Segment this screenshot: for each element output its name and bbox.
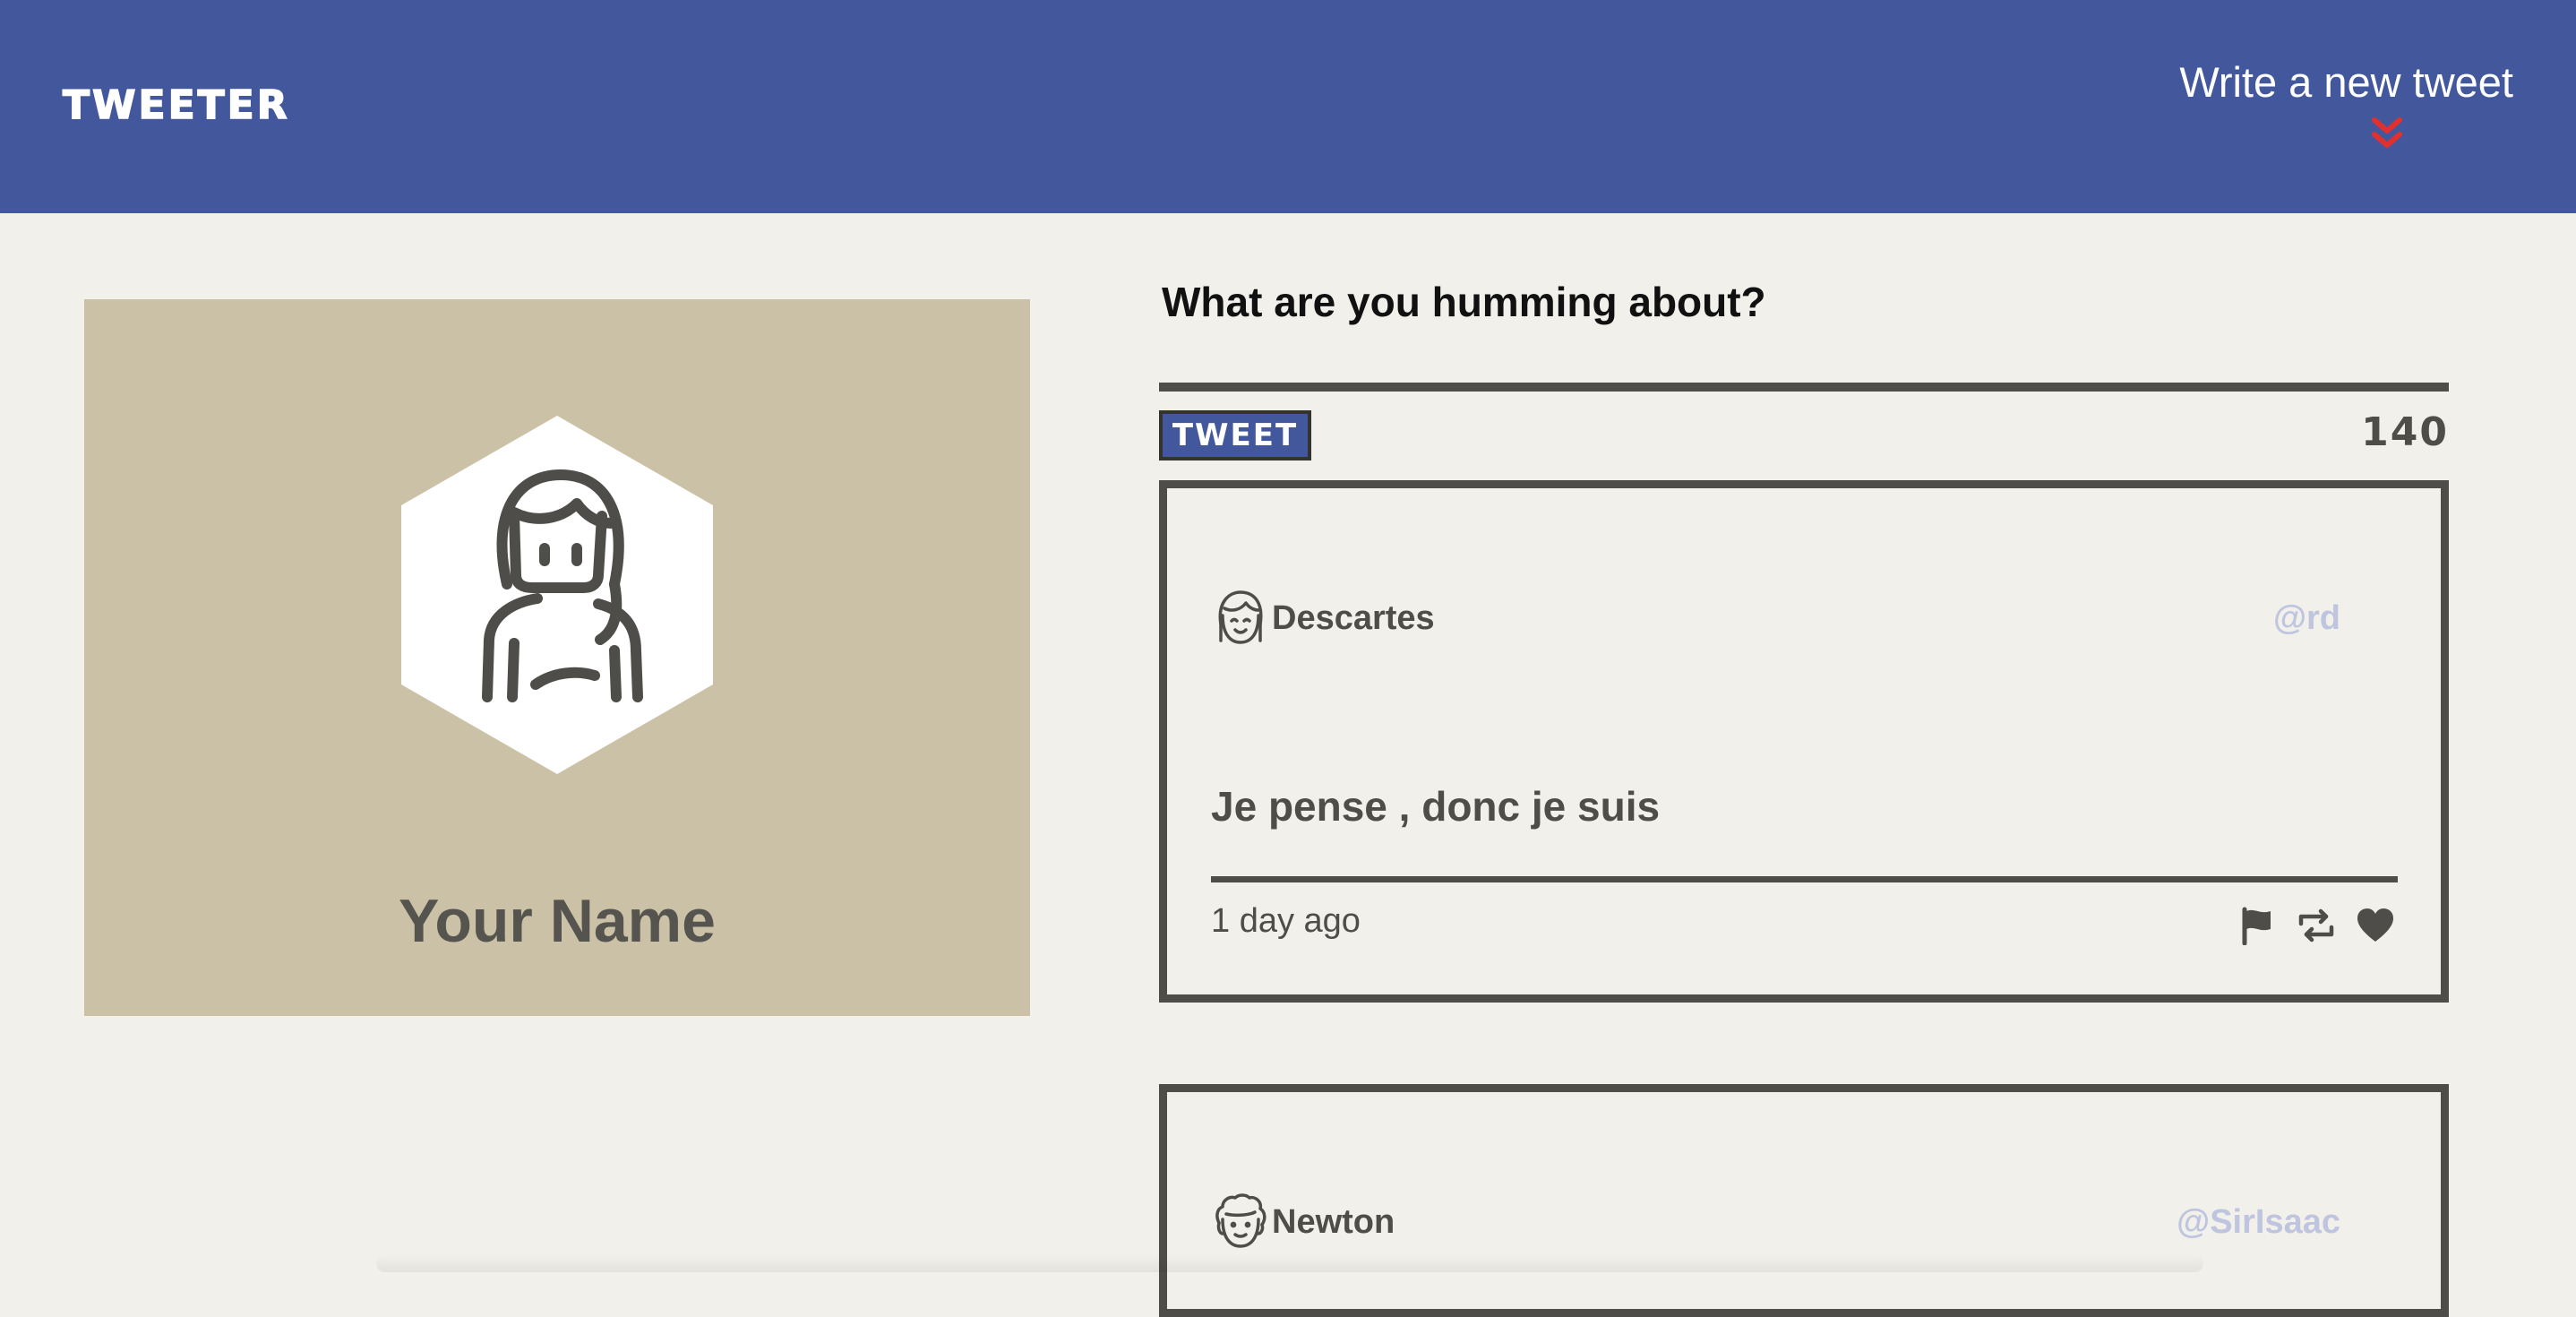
top-nav: TWEETER Write a new tweet [0, 0, 2576, 213]
heart-icon[interactable] [2355, 906, 2396, 945]
double-chevron-down-icon[interactable] [2367, 113, 2407, 152]
tweet-handle[interactable]: @SirIsaac [2177, 1203, 2340, 1242]
write-new-tweet-label[interactable]: Write a new tweet [2137, 57, 2513, 107]
composer-prompt: What are you humming about? [1162, 279, 1766, 325]
tweet-divider [1211, 876, 2398, 882]
flag-icon[interactable] [2237, 906, 2278, 945]
tweet-text: Je pense , donc je suis [1211, 783, 1661, 830]
profile-card: Your Name [84, 299, 1030, 1016]
brand-logo[interactable]: TWEETER [62, 82, 290, 129]
tweet-author: Newton [1272, 1203, 1395, 1241]
tweet-timestamp: 1 day ago [1211, 902, 1361, 940]
girl-avatar-icon [1218, 590, 1263, 644]
write-new-tweet-toggle[interactable]: Write a new tweet [2137, 57, 2513, 156]
tweet-submit-button[interactable]: TWEET [1159, 410, 1311, 461]
character-counter: 140 [2361, 409, 2449, 455]
tweet-card: Newton @SirIsaac [1159, 1084, 2449, 1317]
tweet-handle[interactable]: @rd [2273, 599, 2340, 638]
retweet-icon[interactable] [2296, 906, 2337, 945]
tweet-card: Descartes @rd Je pense , donc je suis 1 … [1159, 480, 2449, 1003]
woman-avatar-icon [401, 416, 713, 774]
bottom-shadow [376, 1254, 2203, 1272]
composer-divider [1159, 383, 2449, 392]
profile-name: Your Name [399, 887, 716, 955]
curly-hair-avatar-icon [1215, 1193, 1267, 1248]
tweet-actions [2237, 906, 2396, 945]
tweet-author: Descartes [1272, 599, 1435, 637]
